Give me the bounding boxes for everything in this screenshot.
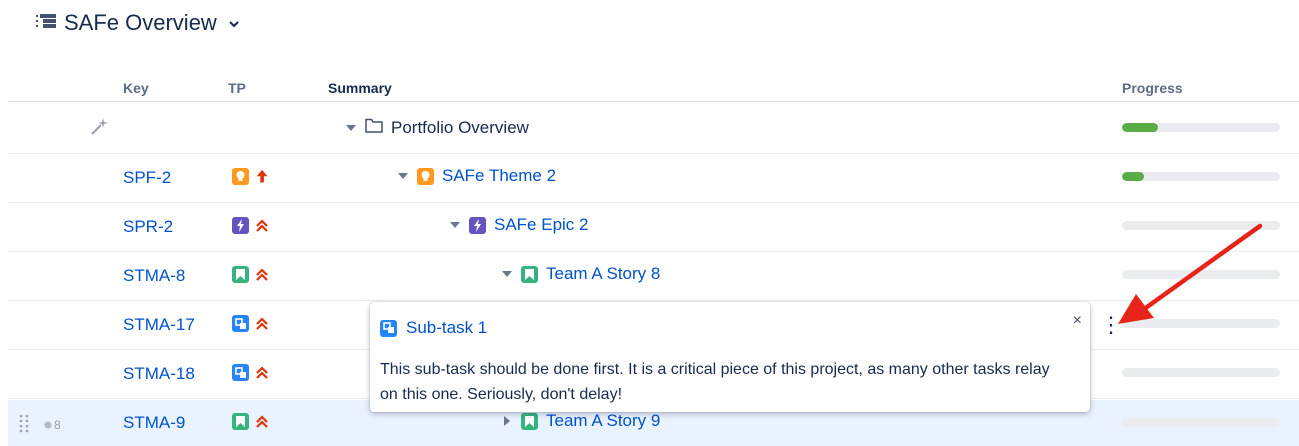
priority-critical-icon [254, 316, 270, 332]
issue-key-link[interactable]: STMA-8 [123, 266, 199, 286]
table-row[interactable]: Portfolio Overview [8, 104, 1299, 154]
epic-lightning-icon [232, 217, 249, 234]
subtask-icon [232, 364, 249, 381]
table-row[interactable]: SPF-2 SAFe Theme 2 [8, 153, 1299, 203]
close-icon[interactable]: × [1073, 312, 1082, 330]
progress-bar [1122, 123, 1280, 132]
summary-link[interactable]: SAFe Theme 2 [442, 166, 556, 186]
annotation-arrow [1118, 223, 1263, 324]
story-bookmark-icon [232, 413, 249, 430]
progress-bar [1122, 368, 1280, 377]
popup-title-link[interactable]: Sub-task 1 [406, 318, 487, 338]
caret-down-icon[interactable] [345, 124, 357, 131]
caret-down-icon[interactable] [501, 271, 513, 277]
structure-list-icon [36, 13, 56, 34]
caret-right-icon[interactable] [501, 416, 513, 426]
column-header-summary[interactable]: Summary [328, 80, 392, 96]
column-header-tp[interactable]: TP [228, 80, 246, 96]
progress-bar [1122, 172, 1280, 181]
summary-link[interactable]: Team A Story 8 [546, 264, 660, 284]
drag-handle-icon[interactable] [18, 413, 30, 438]
row-number-badge: 8 [44, 418, 61, 432]
popup-description: This sub-task should be done first. It i… [380, 361, 1050, 403]
caret-down-icon[interactable] [449, 222, 461, 228]
priority-critical-icon [254, 414, 270, 430]
page-title: SAFe Overview [64, 10, 217, 35]
caret-down-icon[interactable] [397, 173, 409, 179]
progress-bar [1122, 418, 1280, 427]
summary-link[interactable]: Team A Story 9 [546, 411, 660, 431]
priority-critical-icon [254, 267, 270, 283]
subtask-icon [380, 319, 397, 337]
progress-fill [1122, 172, 1145, 181]
priority-critical-icon [254, 218, 270, 234]
epic-lightning-icon [469, 216, 486, 234]
story-bookmark-icon [521, 412, 538, 430]
issue-key-link[interactable]: STMA-18 [123, 364, 199, 384]
progress-fill [1122, 123, 1159, 132]
theme-lightbulb-icon [232, 168, 249, 185]
subtask-popup: Sub-task 1 × This sub-task should be don… [370, 302, 1090, 412]
column-header-progress[interactable]: Progress [1122, 80, 1183, 96]
priority-critical-icon [254, 365, 270, 381]
issue-key-link[interactable]: SPR-2 [123, 217, 199, 237]
issue-key-link[interactable]: SPF-2 [123, 168, 199, 188]
theme-lightbulb-icon [417, 167, 434, 185]
subtask-icon [232, 315, 249, 332]
folder-icon [365, 117, 383, 138]
chevron-down-icon[interactable] [229, 15, 239, 31]
structure-title[interactable]: SAFe Overview [36, 6, 239, 40]
table-row[interactable]: SPR-2 SAFe Epic 2 [8, 202, 1299, 252]
magic-wand-icon[interactable] [88, 116, 110, 143]
issue-key-link[interactable]: STMA-9 [123, 413, 199, 433]
story-bookmark-icon [232, 266, 249, 283]
column-header-key[interactable]: Key [123, 80, 149, 96]
story-bookmark-icon [521, 265, 538, 283]
summary-text: Portfolio Overview [391, 117, 529, 137]
summary-link[interactable]: SAFe Epic 2 [494, 215, 589, 235]
priority-highest-icon [254, 169, 270, 185]
issue-key-link[interactable]: STMA-17 [123, 315, 199, 335]
table-row[interactable]: STMA-8 Team A Story 8 [8, 251, 1299, 301]
header-divider [8, 101, 1299, 102]
